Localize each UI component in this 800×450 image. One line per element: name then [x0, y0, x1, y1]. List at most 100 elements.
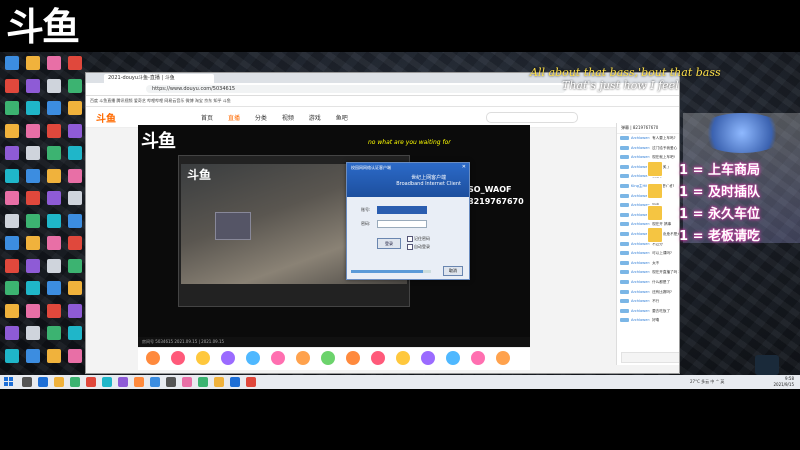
- desktop-shortcut-icon[interactable]: [44, 191, 64, 211]
- desktop-shortcut-icon[interactable]: [23, 258, 43, 279]
- desktop-shortcut-icon[interactable]: [23, 146, 43, 166]
- desktop-shortcut-icon[interactable]: [2, 56, 22, 76]
- desktop-shortcut-icon[interactable]: [2, 168, 22, 189]
- desktop-shortcut-icon[interactable]: [23, 326, 43, 346]
- chat-username[interactable]: Archlower:: [631, 136, 650, 140]
- cancel-button[interactable]: 取消: [443, 266, 463, 276]
- gift-icon[interactable]: [246, 351, 260, 365]
- nav-live[interactable]: 直播: [228, 115, 240, 122]
- gift-icon[interactable]: [371, 351, 385, 365]
- desktop-shortcut-icon[interactable]: [23, 303, 43, 324]
- taskbar-app-icon[interactable]: [38, 377, 48, 387]
- desktop-shortcut-icon[interactable]: [23, 191, 43, 211]
- desktop-shortcut-icon[interactable]: [44, 56, 64, 76]
- chat-username[interactable]: Archlower:: [631, 290, 650, 294]
- desktop-shortcut-icon[interactable]: [2, 281, 22, 301]
- nav-home[interactable]: 首页: [201, 115, 213, 122]
- gift-icon[interactable]: [471, 351, 485, 365]
- auto-login-checkbox[interactable]: 自动登录: [407, 244, 430, 250]
- desktop-shortcut-icon[interactable]: [65, 123, 85, 144]
- desktop-shortcut-icon[interactable]: [2, 326, 22, 346]
- gift-icon[interactable]: [146, 351, 160, 365]
- desktop-shortcut-icon[interactable]: [44, 326, 64, 346]
- chat-username[interactable]: Archlower:: [631, 261, 650, 265]
- nav-video[interactable]: 视频: [282, 115, 294, 122]
- chat-username[interactable]: Archlower:: [631, 251, 650, 255]
- taskbar-app-icon[interactable]: [54, 377, 64, 387]
- desktop-shortcut-icon[interactable]: [44, 168, 64, 189]
- desktop-shortcut-icon[interactable]: [44, 213, 64, 234]
- desktop-shortcut-icon[interactable]: [65, 281, 85, 301]
- desktop-shortcut-icon[interactable]: [44, 258, 64, 279]
- url-field[interactable]: https://www.douyu.com/5034615: [146, 85, 566, 93]
- desktop-shortcut-icon[interactable]: [65, 101, 85, 121]
- account-field[interactable]: [377, 206, 427, 214]
- desktop-shortcut-icon[interactable]: [65, 236, 85, 256]
- desktop-shortcut-icon[interactable]: [23, 78, 43, 99]
- desktop-shortcut-icon[interactable]: [23, 101, 43, 121]
- gift-icon[interactable]: [496, 351, 510, 365]
- taskbar-app-icon[interactable]: [150, 377, 160, 387]
- gift-icon[interactable]: [346, 351, 360, 365]
- remember-checkbox[interactable]: 记住密码: [407, 236, 430, 242]
- desktop-shortcut-icon[interactable]: [2, 101, 22, 121]
- desktop-shortcut-icon[interactable]: [65, 303, 85, 324]
- desktop-shortcut-icon[interactable]: [44, 303, 64, 324]
- desktop-shortcut-icon[interactable]: [65, 213, 85, 234]
- desktop-shortcut-icon[interactable]: [65, 191, 85, 211]
- browser-tab[interactable]: 2021-douyu斗鱼-直播 | 斗鱼: [104, 74, 214, 83]
- desktop-shortcut-icon[interactable]: [23, 123, 43, 144]
- bookmarks-bar[interactable]: 百度 斗鱼直播 腾讯视频 爱奇艺 哔哩哔哩 网易云音乐 微博 淘宝 京东 知乎 …: [86, 96, 679, 107]
- desktop-shortcut-icon[interactable]: [65, 78, 85, 99]
- taskbar-app-icon[interactable]: [182, 377, 192, 387]
- system-tray[interactable]: 27°C 多云 中 ^ 英: [690, 379, 724, 385]
- nav-games[interactable]: 游戏: [309, 115, 321, 122]
- desktop-shortcut-icon[interactable]: [44, 78, 64, 99]
- login-button[interactable]: 登录: [377, 238, 401, 249]
- gift-icon[interactable]: [296, 351, 310, 365]
- nav-category[interactable]: 分类: [255, 115, 267, 122]
- chat-username[interactable]: Archlower:: [631, 299, 650, 303]
- desktop-shortcut-icon[interactable]: [65, 326, 85, 346]
- chat-username[interactable]: Archlower:: [631, 309, 650, 313]
- chat-username[interactable]: Archlower:: [631, 270, 650, 274]
- windows-start-icon[interactable]: [4, 377, 14, 387]
- desktop-shortcut-icon[interactable]: [44, 123, 64, 144]
- desktop-shortcut-icon[interactable]: [2, 78, 22, 99]
- desktop-shortcut-icon[interactable]: [2, 303, 22, 324]
- taskbar-app-icon[interactable]: [214, 377, 224, 387]
- taskbar-app-icon[interactable]: [70, 377, 80, 387]
- chat-input[interactable]: [621, 352, 679, 363]
- gift-icon[interactable]: [221, 351, 235, 365]
- taskbar-app-icon[interactable]: [134, 377, 144, 387]
- desktop-shortcut-icon[interactable]: [65, 146, 85, 166]
- gift-icon[interactable]: [396, 351, 410, 365]
- gift-icon[interactable]: [196, 351, 210, 365]
- taskbar-app-icon[interactable]: [102, 377, 112, 387]
- close-icon[interactable]: ✕: [462, 164, 466, 170]
- desktop-shortcut-icon[interactable]: [2, 123, 22, 144]
- chat-username[interactable]: Archlower:: [631, 280, 650, 284]
- desktop-shortcut-icon[interactable]: [2, 348, 22, 369]
- desktop-shortcut-icon[interactable]: [23, 281, 43, 301]
- desktop-shortcut-icon[interactable]: [44, 101, 64, 121]
- desktop-shortcut-icon[interactable]: [23, 213, 43, 234]
- gift-icon[interactable]: [271, 351, 285, 365]
- desktop-shortcut-icon[interactable]: [44, 236, 64, 256]
- gift-icon[interactable]: [421, 351, 435, 365]
- desktop-shortcut-icon[interactable]: [2, 213, 22, 234]
- clock[interactable]: 9:58 2021/9/15: [773, 376, 794, 388]
- desktop-shortcut-icon[interactable]: [65, 258, 85, 279]
- desktop-shortcut-icon[interactable]: [2, 146, 22, 166]
- gift-icon[interactable]: [321, 351, 335, 365]
- desktop-shortcut-icon[interactable]: [23, 348, 43, 369]
- taskbar-app-icon[interactable]: [230, 377, 240, 387]
- desktop-shortcut-icon[interactable]: [65, 56, 85, 76]
- desktop-shortcut-icon[interactable]: [2, 191, 22, 211]
- video-player[interactable]: 斗鱼 斗鱼 no what are you waiting for SO_WAO…: [138, 125, 530, 347]
- taskbar-app-icon[interactable]: [198, 377, 208, 387]
- taskbar-app-icon[interactable]: [246, 377, 256, 387]
- taskbar-app-icon[interactable]: [118, 377, 128, 387]
- desktop-shortcut-icon[interactable]: [44, 146, 64, 166]
- desktop-shortcut-icon[interactable]: [23, 56, 43, 76]
